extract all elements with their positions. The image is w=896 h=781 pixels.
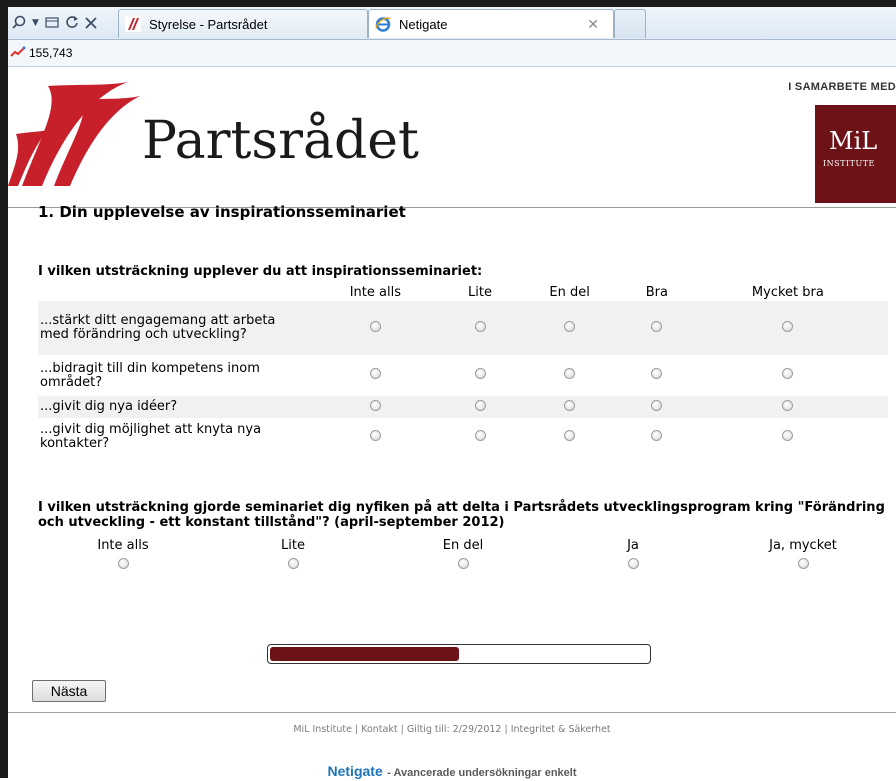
radio-option[interactable]: [369, 320, 381, 332]
footer-valid-until: Giltig till: 2/29/2012: [406, 724, 502, 735]
next-button[interactable]: Nästa: [32, 680, 106, 702]
matrix-header-empty: [38, 283, 304, 301]
favorite-item-counter[interactable]: 155,743: [8, 46, 72, 61]
matrix-column-header: Lite: [468, 284, 492, 300]
survey-content: 1. Din upplevelse av inspirationsseminar…: [8, 203, 896, 781]
radio-option[interactable]: [782, 429, 794, 441]
address-tools: ▼: [8, 7, 120, 39]
radio-option[interactable]: [797, 558, 809, 569]
radio-option[interactable]: [782, 399, 794, 411]
progress-bar-fill: [270, 647, 459, 661]
radio-option[interactable]: [369, 368, 381, 379]
radio-option[interactable]: [564, 368, 576, 379]
radio-option[interactable]: [117, 558, 129, 569]
tab-styrelse[interactable]: Styrelse - Partsrådet: [118, 9, 368, 38]
page-header: Partsrådet I SAMARBETE MED MiL INSTITUTE: [8, 67, 896, 208]
partsradet-logo-mark: [8, 82, 148, 196]
ie-favicon: [375, 16, 391, 32]
footer-links: MiL Institute | Kontakt | Giltig till: 2…: [293, 724, 611, 735]
matrix-row-label: ...bidragit till din kompetens inom områ…: [40, 360, 260, 390]
refresh-icon[interactable]: [65, 14, 79, 33]
radio-option[interactable]: [369, 429, 381, 441]
window-frame-top: [0, 0, 896, 7]
browser-tab-bar: ▼ Styrelse - Partsrådet Netigate ✕: [8, 7, 896, 40]
compatibility-view-icon[interactable]: [45, 14, 59, 33]
footer-divider: [8, 712, 896, 713]
radio-option[interactable]: [474, 429, 486, 441]
section-title: 1. Din upplevelse av inspirationsseminar…: [38, 203, 406, 221]
radio-option[interactable]: [651, 429, 663, 441]
netigate-brand[interactable]: Netigate: [328, 763, 383, 779]
matrix-row: ...givit dig nya idéer?: [38, 396, 888, 418]
matrix-row: ...stärkt ditt engagemang att arbeta med…: [38, 301, 888, 355]
stop-icon[interactable]: [85, 14, 97, 33]
q2-option-label: Ja, mycket: [769, 538, 837, 553]
q2-option-label: En del: [442, 538, 484, 553]
q2-option-label: Inte alls: [97, 538, 149, 553]
mil-logo-sub: INSTITUTE: [823, 159, 875, 168]
radio-option[interactable]: [474, 368, 486, 379]
radio-option[interactable]: [627, 558, 639, 569]
partsradet-favicon: [125, 16, 141, 32]
chart-trend-icon: [10, 46, 26, 61]
mil-logo-name: MiL: [829, 127, 878, 155]
tab-netigate[interactable]: Netigate ✕: [368, 9, 614, 38]
matrix-column-header: Bra: [645, 284, 668, 300]
matrix-column-header: En del: [549, 284, 590, 300]
netigate-footer: Netigate - Avancerade undersökningar enk…: [8, 763, 896, 781]
radio-option[interactable]: [564, 429, 576, 441]
radio-option[interactable]: [369, 399, 381, 411]
progress-bar: [267, 644, 651, 664]
footer-link-privacy[interactable]: Integritet & Säkerhet: [511, 724, 611, 735]
footer-link-kontakt[interactable]: Kontakt: [361, 724, 397, 735]
matrix-row: ...bidragit till din kompetens inom områ…: [38, 355, 888, 396]
q2-option-label: Ja: [627, 538, 639, 553]
radio-option[interactable]: [782, 320, 794, 332]
radio-option[interactable]: [651, 399, 663, 411]
radio-option[interactable]: [782, 368, 794, 379]
q2-option: Ja, mycket: [718, 538, 888, 573]
radio-option[interactable]: [457, 558, 469, 569]
brand-name: Partsrådet: [142, 111, 419, 171]
tab-title: Netigate: [399, 16, 448, 32]
partner-label: I SAMARBETE MED: [788, 81, 896, 93]
matrix-row-label: ...stärkt ditt engagemang att arbeta med…: [38, 301, 304, 355]
tab-title: Styrelse - Partsrådet: [149, 16, 268, 32]
q2-option: Ja: [548, 538, 718, 573]
radio-option[interactable]: [651, 320, 663, 332]
question-2-text: I vilken utsträckning gjorde seminariet …: [38, 500, 885, 530]
matrix-row: ...givit dig möjlighet att knyta nya kon…: [38, 418, 888, 456]
new-tab-button[interactable]: [614, 9, 646, 38]
netigate-tagline: - Avancerade undersökningar enkelt: [387, 767, 577, 779]
matrix-column-header: Inte alls: [349, 284, 401, 300]
dropdown-arrow-icon[interactable]: ▼: [32, 18, 39, 28]
matrix-row-label: ...givit dig möjlighet att knyta nya kon…: [40, 422, 262, 451]
window-frame-left: [0, 0, 8, 778]
q2-option: En del: [378, 538, 548, 573]
footer-link-mil[interactable]: MiL Institute: [293, 724, 352, 735]
q2-option-label: Lite: [281, 538, 305, 553]
question-1-matrix: Inte alls Lite En del Bra Mycket bra ...…: [38, 283, 888, 456]
radio-option[interactable]: [287, 558, 299, 569]
favorites-bar: 155,743: [8, 40, 896, 67]
radio-option[interactable]: [651, 368, 663, 379]
mil-institute-logo: MiL INSTITUTE: [815, 105, 896, 203]
counter-label: 155,743: [29, 46, 73, 60]
matrix-header-row: Inte alls Lite En del Bra Mycket bra: [38, 283, 888, 301]
radio-option[interactable]: [474, 399, 486, 411]
matrix-row-label: ...givit dig nya idéer?: [38, 396, 304, 418]
q2-option: Lite: [208, 538, 378, 573]
matrix-column-header: Mycket bra: [751, 284, 824, 300]
search-icon[interactable]: [12, 14, 26, 33]
radio-option[interactable]: [564, 399, 576, 411]
question-1-text: I vilken utsträckning upplever du att in…: [38, 264, 483, 279]
close-tab-icon[interactable]: ✕: [587, 16, 599, 33]
radio-option[interactable]: [474, 320, 486, 332]
radio-option[interactable]: [564, 320, 576, 332]
q2-option: Inte alls: [38, 538, 208, 573]
